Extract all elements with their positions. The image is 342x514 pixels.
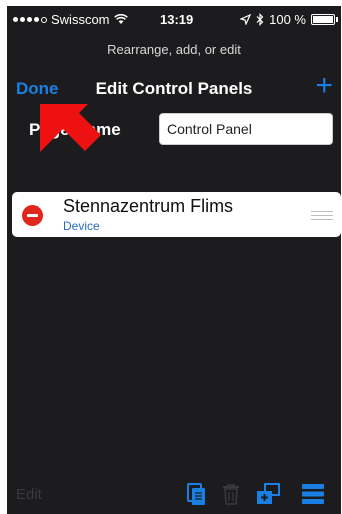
signal-strength-icon [13, 16, 47, 23]
carrier-info: Swisscom [13, 12, 128, 27]
status-bar: Swisscom 13:19 100 % [7, 6, 341, 32]
status-time: 13:19 [160, 12, 194, 27]
battery-percent: 100 % [269, 12, 306, 27]
battery-icon [311, 14, 338, 25]
bottom-toolbar: Edit [7, 474, 341, 514]
page-title: Edit Control Panels [95, 79, 253, 98]
reorder-handle-icon[interactable] [311, 211, 333, 223]
page-name-label: Page Name [29, 120, 121, 139]
trash-icon[interactable] [219, 482, 243, 506]
nav-subtitle: Rearrange, add, or edit [107, 42, 241, 57]
wifi-icon [113, 14, 128, 24]
list-item[interactable]: Stennazentrum Flims Device [12, 192, 341, 237]
app-screen: Swisscom 13:19 100 % Rearrange, add, or … [7, 6, 341, 514]
delete-icon[interactable] [22, 205, 43, 226]
list-item-subtitle: Device [63, 219, 100, 233]
page-name-field[interactable] [159, 113, 333, 145]
list-item-title: Stennazentrum Flims [63, 196, 234, 216]
add-page-icon[interactable] [256, 482, 280, 506]
list-icon[interactable] [301, 482, 325, 506]
status-right: 100 % [240, 12, 338, 27]
carrier-name: Swisscom [51, 12, 110, 27]
edit-button[interactable]: Edit [16, 486, 42, 503]
bluetooth-icon [256, 13, 264, 26]
plus-icon[interactable]: + [315, 71, 333, 101]
location-icon [240, 14, 252, 25]
navigation-bar: Done Edit Control Panels + [7, 70, 341, 106]
copy-icon[interactable] [185, 482, 209, 506]
